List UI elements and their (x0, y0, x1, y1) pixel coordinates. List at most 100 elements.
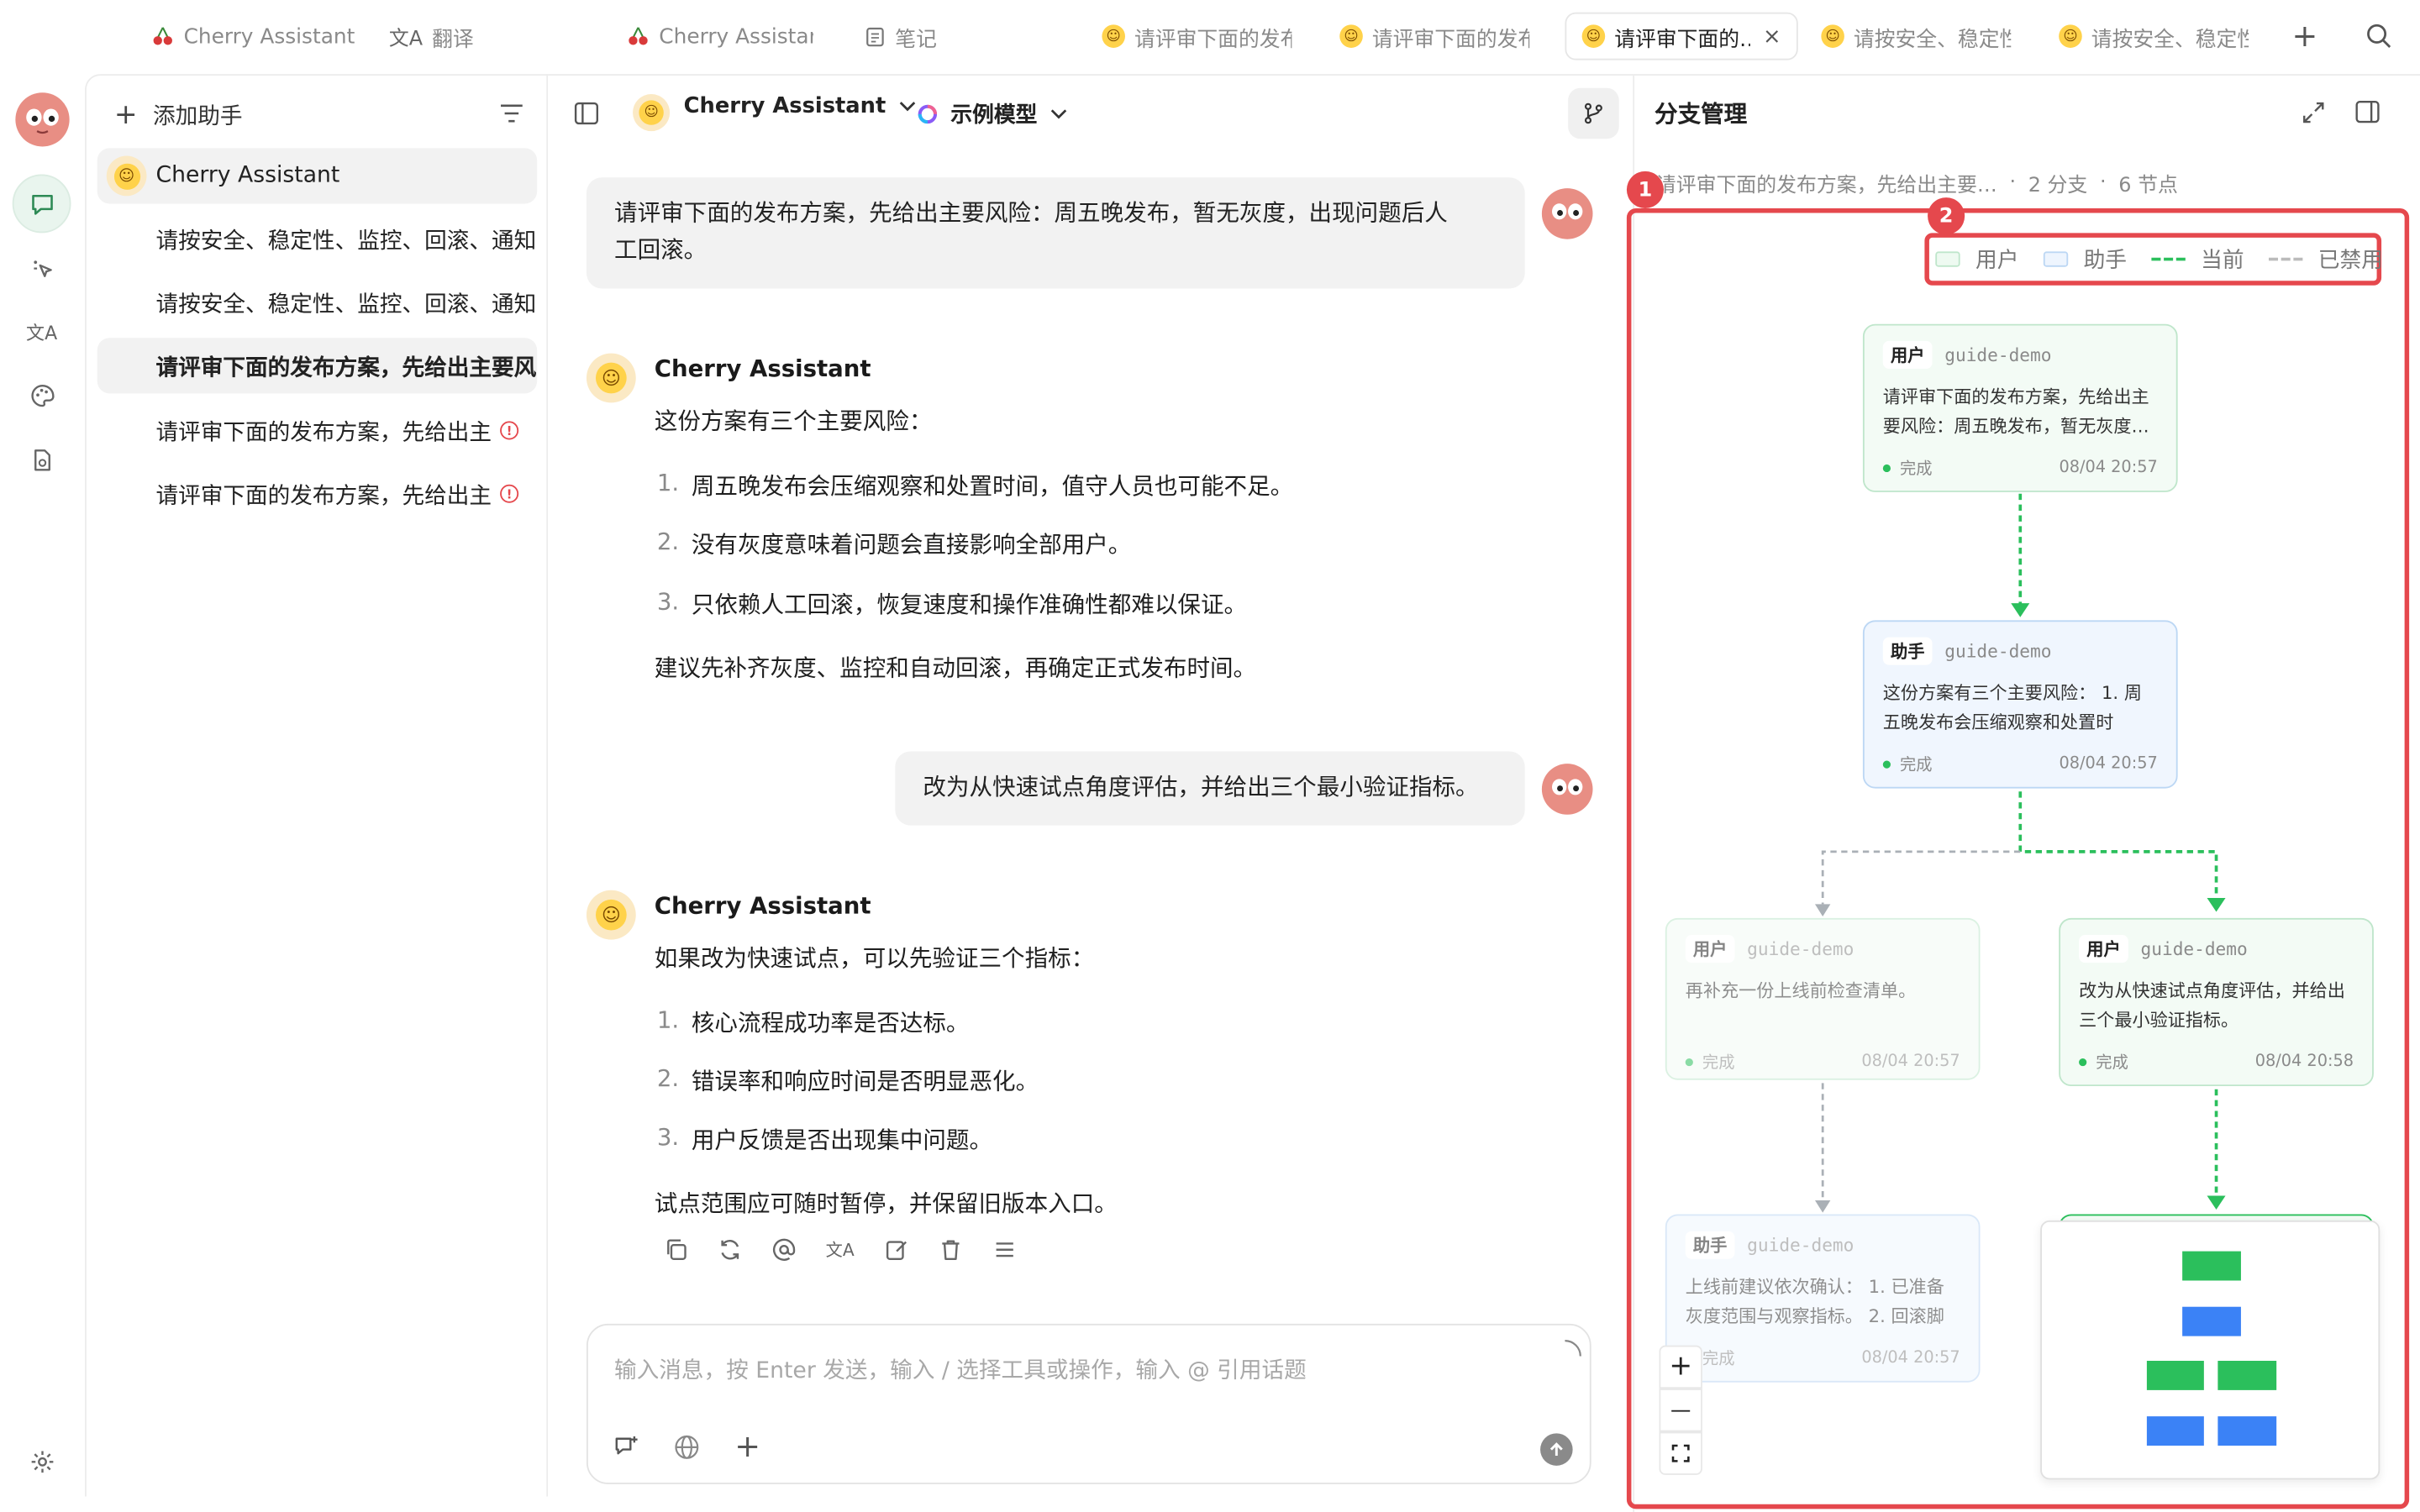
zoom-out-button[interactable] (1659, 1389, 1702, 1432)
branch-node-assistant[interactable]: 助手 guide-demo 这份方案有三个主要风险： 1. 周五晚发布会压缩观察和… (1862, 620, 2178, 789)
step-badge-2: 2 (1928, 197, 1965, 235)
tab-notes[interactable]: 笔记 (849, 13, 952, 60)
mention-icon[interactable] (771, 1237, 796, 1262)
delete-icon[interactable] (938, 1237, 962, 1262)
minimap-node (2217, 1416, 2277, 1446)
chat-icon (31, 194, 52, 214)
node-text: 请评审下面的发布方案，先给出主要风险：周五晚发布，暂无灰度… (1882, 386, 2149, 437)
assistant-avatar: ☺ (586, 890, 636, 940)
message-input-box: 输入消息，按 Enter 发送，输入 / 选择工具或操作，输入 @ 引用话题 + (586, 1323, 1591, 1484)
smile-emoji-icon: ☺ (2059, 24, 2082, 48)
chevron-down-icon (899, 102, 916, 112)
avatar[interactable] (15, 92, 70, 147)
tab-label: 请评审下面的发布 (1134, 27, 1292, 52)
node-time: 08/04 20:57 (1861, 1348, 1960, 1368)
message-paragraph: 如果改为快速试点，可以先验证三个指标： (654, 944, 1095, 973)
filter-icon[interactable] (498, 102, 524, 125)
tab-label: Cherry Assistant (659, 24, 813, 49)
minimap[interactable] (2040, 1220, 2381, 1480)
close-icon[interactable]: × (1763, 24, 1781, 48)
branch-panel-button[interactable] (1568, 87, 1619, 139)
list-item: 1. 核心流程成功率是否达标。 (656, 1005, 970, 1037)
files-nav-button[interactable] (13, 430, 71, 489)
expand-icon[interactable] (2302, 100, 2326, 124)
web-search-icon[interactable] (673, 1433, 701, 1461)
sidebar-toggle-icon[interactable] (574, 102, 599, 125)
assistant-selector[interactable]: ☺ Cherry Assistant (633, 94, 917, 132)
sidebar-item-label: 请评审下面的发布方案，先给出主要风险 (155, 483, 492, 509)
tab-security-2[interactable]: ☺ 请按安全、稳定性 (2044, 13, 2265, 60)
smile-emoji-icon: ☺ (106, 155, 147, 197)
cherry-icon (153, 27, 172, 45)
legend-assistant-swatch (2043, 251, 2069, 267)
search-icon[interactable] (2366, 24, 2392, 50)
new-tab-icon[interactable]: + (2292, 20, 2318, 51)
sidebar-item-topic[interactable]: 请按安全、稳定性、监控、回滚、通知 (97, 212, 537, 267)
message-line: 请评审下面的发布方案，先给出主要风险：周五晚发布，暂无灰度，出现问题后人 (614, 198, 1448, 227)
fit-view-button[interactable] (1659, 1431, 1702, 1475)
branch-count: 2 分支 (2028, 174, 2088, 198)
tab-label: 请按安全、稳定性 (2091, 27, 2249, 52)
tab-bar: Cherry Assistant 文A 翻译 Cherry Assistant … (0, 0, 2420, 74)
node-role: 用户 (1882, 340, 1933, 369)
node-model: guide-demo (1944, 640, 2052, 662)
sidebar-item-cherry-assistant[interactable]: ☺ Cherry Assistant (97, 148, 538, 204)
tab-review-1[interactable]: ☺ 请评审下面的发布 (1086, 13, 1307, 60)
branch-node-user-current[interactable]: 用户 guide-demo 改为从快速试点角度评估，并给出三个最小验证指标。 完成… (2059, 917, 2374, 1087)
edit-icon[interactable] (884, 1237, 908, 1262)
copy-icon[interactable] (664, 1237, 688, 1262)
sidebar-item-topic[interactable]: 请评审下面的发布方案，先给出主要风险 ! (97, 466, 537, 522)
user-message: 改为从快速试点角度评估，并给出三个最小验证指标。 (895, 751, 1525, 826)
user-avatar (1541, 188, 1593, 239)
tab-translate[interactable]: 文A 翻译 (373, 13, 489, 60)
branch-node-user-disabled[interactable]: 用户 guide-demo 再补充一份上线前检查清单。 完成 08/04 20:57 (1665, 917, 1981, 1080)
arrow-up-icon (1549, 1442, 1563, 1456)
tab-review-2[interactable]: ☺ 请评审下面的发布 (1324, 13, 1545, 60)
sidebar-item-label: 请评审下面的发布方案，先给出主要风险 (155, 355, 538, 381)
panel-toggle-icon[interactable] (2355, 100, 2380, 123)
tab-review-active[interactable]: ☺ 请评审下面的… × (1565, 12, 1798, 60)
paint-nav-button[interactable] (13, 365, 71, 424)
more-menu-icon[interactable] (992, 1237, 1016, 1262)
translate-nav-button[interactable]: 文A (13, 302, 71, 361)
settings-gear-icon[interactable] (29, 1449, 55, 1475)
branch-node-assistant-disabled[interactable]: 助手 guide-demo 上线前建议依次确认： 1. 已准备灰度范围与观察指标。… (1665, 1214, 1981, 1383)
model-name: 示例模型 (950, 103, 1038, 129)
sidebar-item-topic[interactable]: 请评审下面的发布方案，先给出主要风险 ! (97, 402, 537, 458)
regenerate-icon[interactable] (718, 1237, 742, 1262)
assistant-list: + 添加助手 ☺ Cherry Assistant 请按安全、稳定性、监控、回滚… (85, 74, 549, 1497)
tab-security-1[interactable]: ☺ 请按安全、稳定性 (1806, 13, 2027, 60)
model-selector[interactable]: 示例模型 (917, 99, 1068, 130)
sidebar-item-label: 请按安全、稳定性、监控、回滚、通知 (155, 228, 537, 255)
list-item: 1. 周五晚发布会压缩观察和处置时间，值守人员也可能不足。 (656, 469, 1294, 501)
translate-icon[interactable]: 文A (826, 1237, 855, 1262)
chat-nav-button[interactable] (12, 174, 71, 234)
message-input[interactable]: 输入消息，按 Enter 发送，输入 / 选择工具或操作，输入 @ 引用话题 (614, 1353, 1307, 1386)
resize-handle-icon[interactable] (1553, 1335, 1586, 1368)
agent-nav-button[interactable] (13, 239, 71, 298)
plus-icon: + (113, 98, 138, 132)
minimap-node (2182, 1306, 2241, 1336)
legend-current-label: 当前 (2201, 248, 2244, 274)
new-topic-icon[interactable] (613, 1433, 640, 1461)
tab-label: 请评审下面的… (1614, 27, 1750, 52)
tab-cherry-assistant-2[interactable]: Cherry Assistant (611, 13, 829, 60)
node-text: 改为从快速试点角度评估，并给出三个最小验证指标。 (2079, 979, 2345, 1031)
legend-user-swatch (1935, 251, 1960, 267)
add-assistant-button[interactable]: + 添加助手 (114, 99, 243, 132)
send-button[interactable] (1540, 1433, 1573, 1466)
list-item: 3. 用户反馈是否出现集中问题。 (656, 1123, 993, 1154)
legend-current-line (2151, 257, 2186, 261)
error-icon: ! (500, 421, 519, 440)
sidebar-item-topic-active[interactable]: 请评审下面的发布方案，先给出主要风险 (97, 338, 538, 394)
minus-icon (1671, 1409, 1691, 1411)
add-attachment-icon[interactable]: + (734, 1427, 760, 1464)
sidebar-item-topic[interactable]: 请按安全、稳定性、监控、回滚、通知 (97, 275, 537, 330)
cherry-icon (629, 27, 648, 45)
zoom-in-button[interactable]: + (1659, 1345, 1702, 1389)
tab-cherry-assistant-1[interactable]: Cherry Assistant (136, 13, 371, 60)
legend-disabled-line (2268, 257, 2303, 261)
message-actions: 文A (664, 1237, 1017, 1262)
branch-node-user[interactable]: 用户 guide-demo 请评审下面的发布方案，先给出主要风险：周五晚发布，暂无… (1862, 323, 2178, 492)
node-time: 08/04 20:57 (2059, 754, 2158, 774)
